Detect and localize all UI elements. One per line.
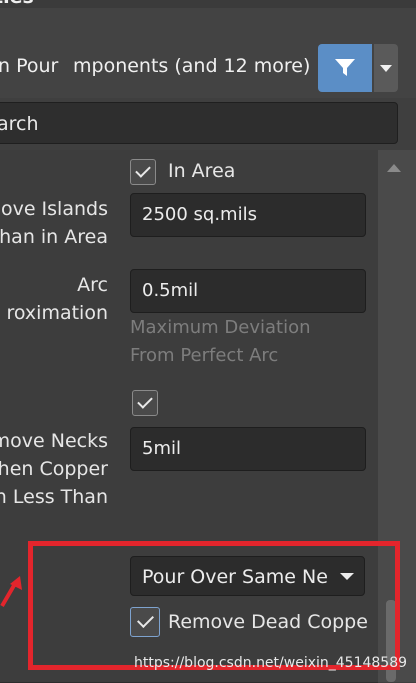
arc-approximation-label-line2: roximation [6,302,108,324]
arc-approximation-input[interactable]: 0.5mil [130,269,366,313]
close-icon[interactable]: ✕ [388,0,402,6]
search-input-text: arch [0,113,39,135]
remove-islands-area-input[interactable]: 2500 sq.mils [130,193,366,237]
remove-necks-width-input[interactable]: 5mil [130,427,366,471]
remove-necks-label-line3: n Less Than [0,486,108,508]
remove-necks-width-value: 5mil [142,438,181,459]
panel-title: ties [0,0,34,8]
remove-necks-label-line2: hen Copper [0,458,108,480]
filter-scope-text[interactable]: n Pour [0,55,58,77]
remove-necks-checkbox[interactable] [132,390,158,416]
filter-bar: n Pour mponents (and 12 more) [0,8,416,98]
scroll-up-arrow-icon[interactable] [387,164,401,172]
filter-objects-text[interactable]: mponents (and 12 more) [73,55,310,77]
filter-button[interactable] [318,44,372,92]
search-input[interactable]: arch [0,102,398,144]
red-arrow-icon [0,576,22,608]
remove-necks-label-line1: move Necks [0,430,108,452]
panel-title-bar: ties ⌖ ✕ [0,0,416,8]
in-area-checkbox[interactable] [130,159,156,185]
filter-funnel-icon [335,59,355,76]
in-area-label: In Area [168,160,236,182]
arc-approximation-hint-line1: Maximum Deviation [130,317,311,338]
remove-necks-label: move Necks hen Copper n Less Than [0,427,108,511]
watermark-text: https://blog.csdn.net/weixin_45148589 [134,655,408,671]
highlight-box [28,541,400,670]
pin-icon[interactable]: ⌖ [366,0,376,6]
filter-dropdown-button[interactable] [374,44,398,92]
arc-approximation-label: Arc roximation [6,271,108,327]
remove-islands-area-value: 2500 sq.mils [142,204,257,225]
arc-approximation-value: 0.5mil [142,280,199,301]
arc-approximation-hint-line2: From Perfect Arc [130,345,279,366]
remove-islands-label: move Islands han in Area [0,195,108,251]
remove-islands-label-line1: move Islands [0,198,108,220]
remove-islands-label-line2: han in Area [0,226,108,248]
arc-approximation-hint: Maximum Deviation From Perfect Arc [130,314,311,370]
arc-approximation-label-line1: Arc [77,274,108,296]
